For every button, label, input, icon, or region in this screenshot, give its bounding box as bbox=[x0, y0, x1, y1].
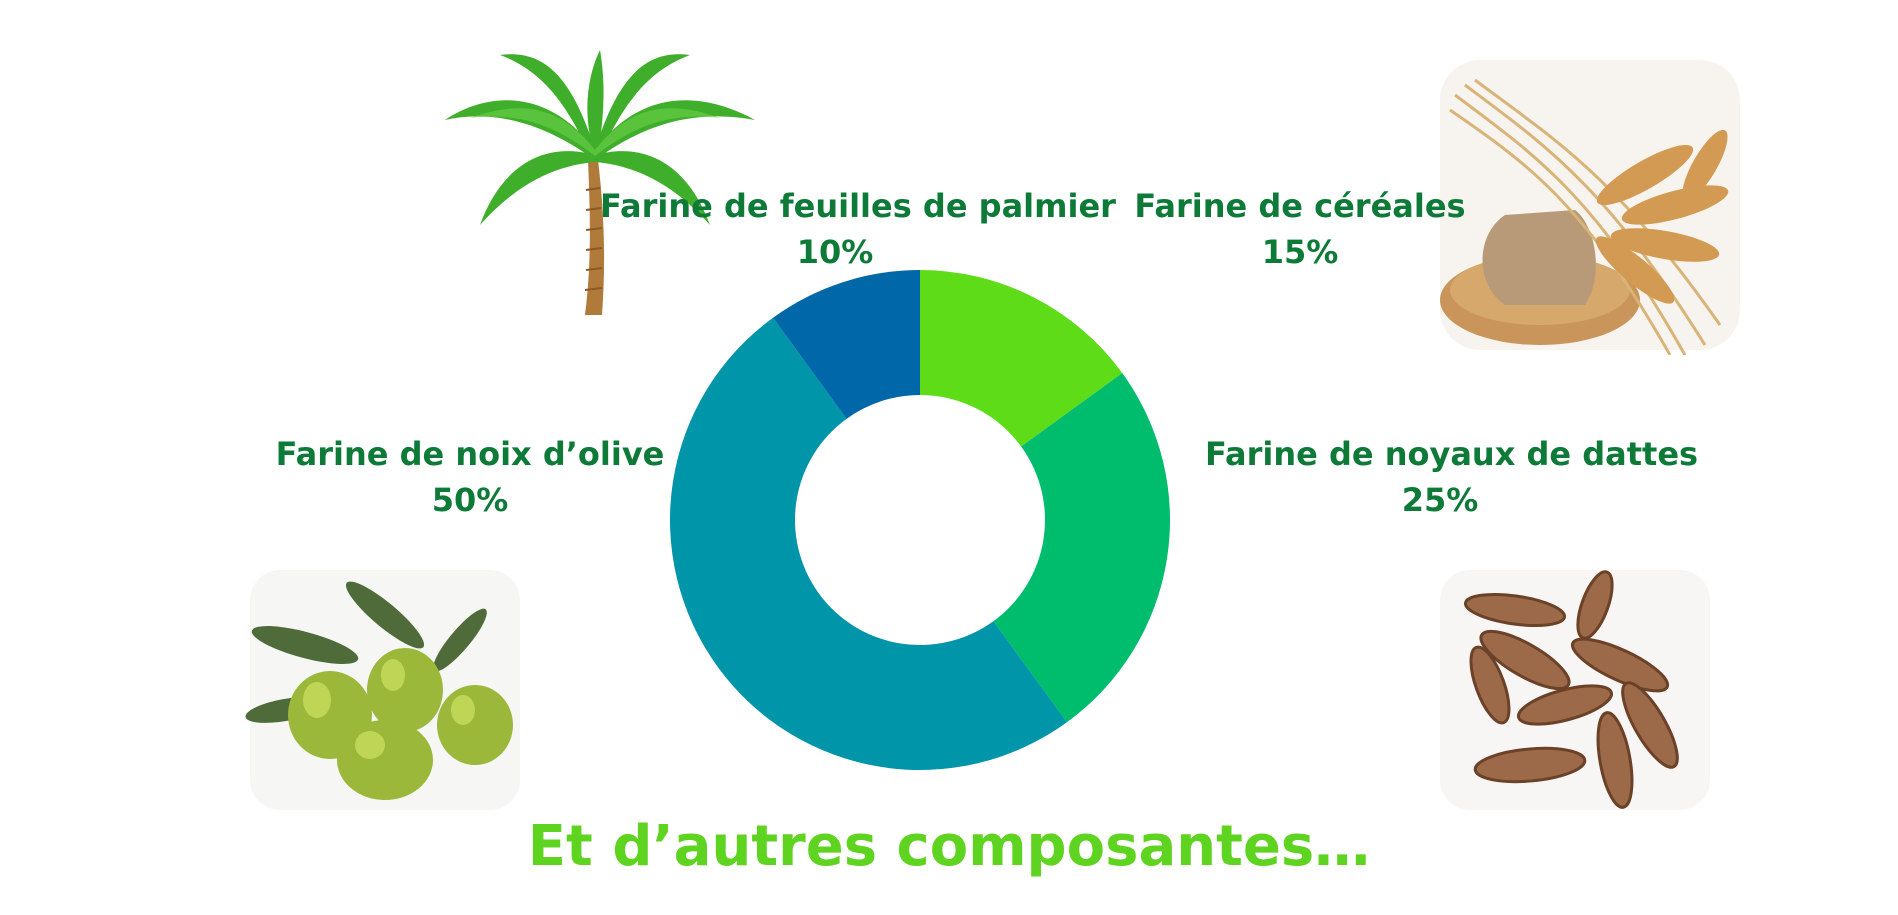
label-dates: Farine de noyaux de dattes 25% bbox=[1205, 431, 1699, 523]
label-dates-value: 25% bbox=[1401, 481, 1479, 519]
donut-chart bbox=[670, 270, 1170, 770]
olives-image bbox=[245, 570, 520, 810]
label-dates-name: Farine de noyaux de dattes bbox=[1205, 435, 1699, 473]
label-cereal: Farine de céréales 15% bbox=[1110, 183, 1490, 275]
label-cereal-name: Farine de céréales bbox=[1134, 187, 1466, 225]
label-olive-name: Farine de noix d’olive bbox=[275, 435, 665, 473]
label-olive-value: 50% bbox=[431, 481, 509, 519]
label-palm-name: Farine de feuilles de palmier bbox=[600, 187, 1116, 225]
label-olive: Farine de noix d’olive 50% bbox=[270, 431, 670, 523]
footer-text: Et d’autres composantes… bbox=[527, 814, 1371, 879]
label-palm-value: 10% bbox=[796, 233, 874, 271]
label-palm: Farine de feuilles de palmier 10% bbox=[600, 183, 1116, 275]
label-cereal-value: 15% bbox=[1261, 233, 1339, 271]
date-pits-image bbox=[1440, 570, 1710, 810]
